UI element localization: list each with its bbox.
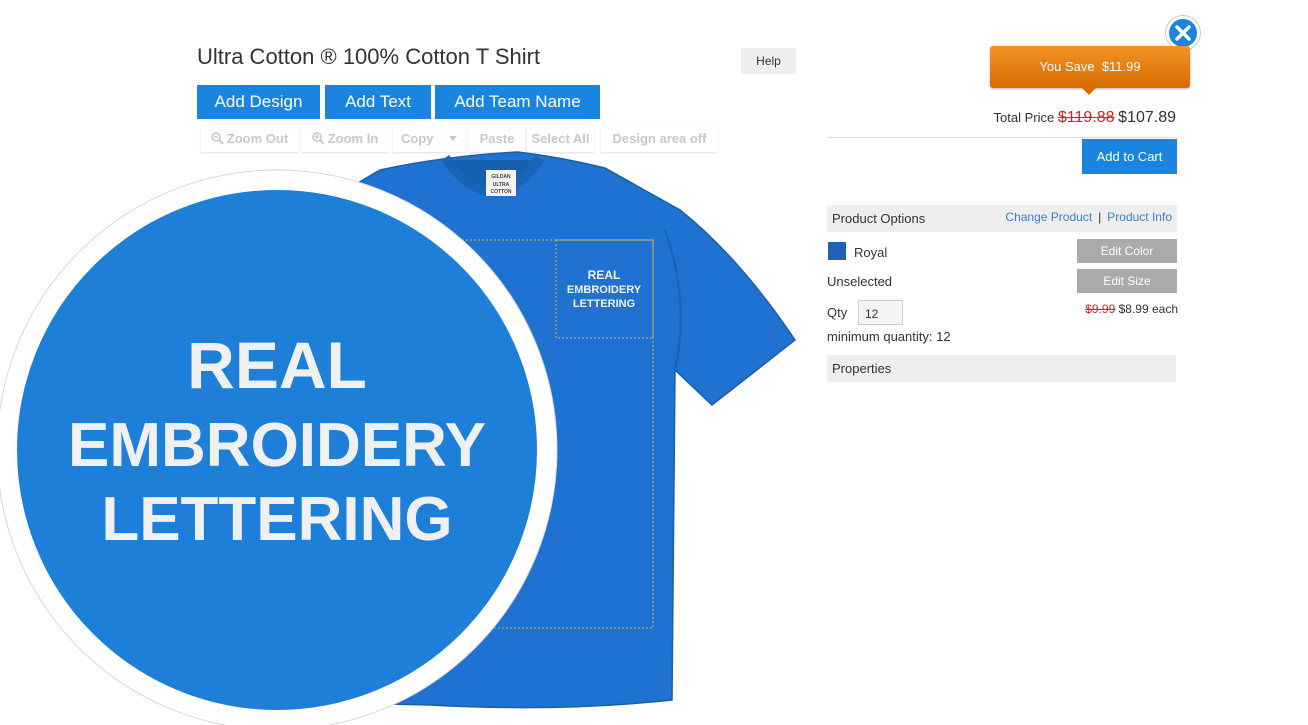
product-info-link[interactable]: Product Info — [1107, 210, 1172, 224]
size-value: Unselected — [827, 274, 893, 289]
you-save-label: You Save — [1039, 59, 1095, 74]
unit-price: $9.99 $8.99 each — [1085, 302, 1178, 316]
color-swatch — [828, 242, 846, 260]
edit-size-button[interactable]: Edit Size — [1077, 269, 1177, 293]
total-price: Total Price $119.88 $107.89 — [994, 109, 1176, 127]
product-options-title: Product Options — [832, 211, 926, 226]
old-total-price: $119.88 — [1057, 109, 1115, 126]
qty-input[interactable]: 12 — [858, 300, 903, 325]
change-product-link[interactable]: Change Product — [1005, 210, 1092, 224]
copy-button[interactable]: Copy — [393, 126, 465, 152]
link-separator: | — [1098, 210, 1102, 224]
chevron-down-icon — [449, 136, 458, 141]
paste-button[interactable]: Paste — [469, 126, 525, 152]
add-to-cart-button[interactable]: Add to Cart — [1082, 139, 1177, 174]
zoom-text-line: EMBROIDERY — [68, 411, 486, 480]
zoom-in-icon — [311, 132, 325, 145]
select-all-button[interactable]: Select All — [527, 126, 594, 152]
zoom-in-button[interactable]: Zoom In — [301, 126, 389, 152]
product-options-header: Product Options Change Product | Product I… — [827, 205, 1177, 232]
pocket-text-line: EMBROIDERY — [567, 284, 642, 296]
design-canvas[interactable]: GILDAN ULTRA COTTON REAL EMBROIDERY LETT… — [0, 150, 820, 725]
properties-section[interactable]: Properties — [827, 355, 1176, 382]
zoom-text-line: LETTERING — [101, 485, 452, 554]
close-button[interactable] — [1166, 16, 1200, 50]
new-total-price: $107.89 — [1118, 109, 1176, 126]
close-icon — [1175, 25, 1191, 41]
tag-line: GILDAN — [491, 174, 511, 180]
help-button[interactable]: Help — [741, 48, 796, 74]
you-save-badge: You Save $11.99 — [990, 46, 1190, 95]
pocket-text-line: REAL — [588, 268, 621, 282]
you-save-amount: $11.99 — [1101, 59, 1141, 74]
product-title: Ultra Cotton ® 100% Cotton T Shirt — [197, 44, 541, 69]
add-design-button[interactable]: Add Design — [197, 85, 320, 119]
zoom-out-icon — [210, 132, 224, 145]
pocket-text-line: LETTERING — [573, 298, 635, 310]
copy-label: Copy — [400, 131, 434, 146]
minimum-quantity: minimum quantity: 12 — [827, 329, 951, 344]
new-unit-price: $8.99 each — [1118, 302, 1178, 316]
add-team-name-button[interactable]: Add Team Name — [435, 85, 600, 119]
edit-color-button[interactable]: Edit Color — [1077, 239, 1177, 263]
total-price-label: Total Price — [993, 110, 1055, 125]
color-name: Royal — [854, 245, 888, 260]
old-unit-price: $9.99 — [1085, 302, 1116, 316]
add-text-button[interactable]: Add Text — [325, 85, 431, 119]
design-area-toggle[interactable]: Design area off — [601, 126, 718, 152]
zoom-text-line: REAL — [187, 328, 367, 402]
divider — [827, 137, 1177, 138]
tag-line: COTTON — [490, 189, 511, 195]
qty-label: Qty — [827, 305, 848, 320]
zoom-out-label: Zoom Out — [226, 131, 289, 146]
zoom-in-label: Zoom In — [327, 131, 379, 146]
zoom-out-button[interactable]: Zoom Out — [201, 126, 298, 152]
properties-label: Properties — [832, 361, 892, 376]
tag-line: ULTRA — [493, 182, 510, 188]
